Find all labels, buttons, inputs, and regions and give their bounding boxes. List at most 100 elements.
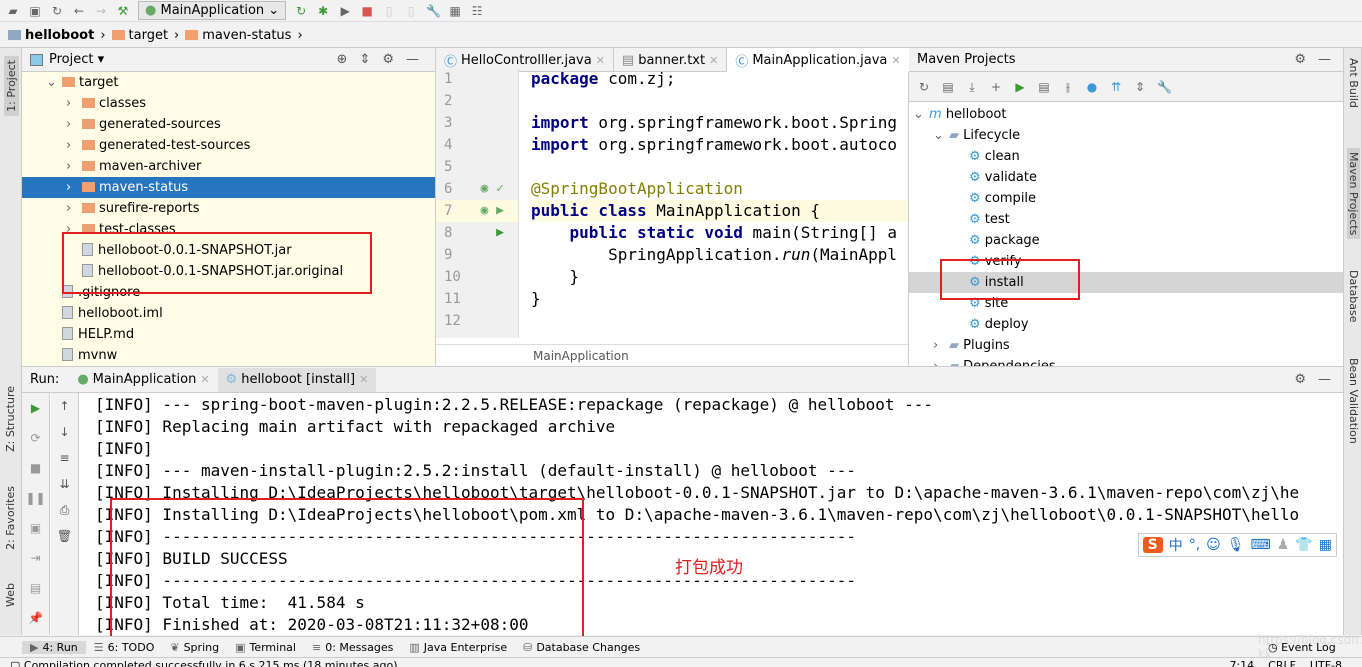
project-structure-icon[interactable]: ▦ <box>448 4 462 18</box>
gear-icon: ⚙ <box>969 170 981 185</box>
structure-tool-button[interactable]: Z: Structure <box>4 386 17 452</box>
tree-item[interactable]: › maven-status <box>22 177 435 198</box>
maven-tree-item[interactable]: ⚙ validate <box>909 167 1343 188</box>
down-icon[interactable]: ↓ <box>51 419 78 445</box>
web-tool-button[interactable]: Web <box>4 583 17 607</box>
reimport-icon[interactable]: ↻ <box>917 80 931 94</box>
back-icon[interactable]: ← <box>72 4 86 18</box>
print-icon[interactable]: ⎙ <box>51 497 78 523</box>
wrap-icon[interactable]: ≡ <box>51 445 78 471</box>
rerun-icon[interactable]: ↻ <box>294 4 308 18</box>
editor-breadcrumb[interactable]: MainApplication <box>436 344 908 366</box>
stop-icon[interactable]: ■ <box>360 4 374 18</box>
line-number: 10 <box>444 269 461 285</box>
project-view-select[interactable]: Project <box>49 52 93 67</box>
tree-item[interactable]: › generated-test-sources <box>22 135 435 156</box>
maven-tree-item[interactable]: ⚙ deploy <box>909 314 1343 335</box>
breadcrumb-item[interactable]: helloboot <box>8 28 94 43</box>
project-tool-button[interactable]: 1: Project <box>4 56 19 116</box>
scroll-end-icon[interactable]: ⇊ <box>51 471 78 497</box>
maven-tree-item[interactable]: ⚙ clean <box>909 146 1343 167</box>
tree-item[interactable]: › maven-archiver <box>22 156 435 177</box>
database-tool-button[interactable]: Database <box>1347 270 1360 323</box>
build-icon[interactable]: ⚒ <box>116 4 130 18</box>
debug-icon[interactable]: ✱ <box>316 4 330 18</box>
download-icon[interactable]: ⤓ <box>965 80 979 94</box>
rerun-failed-icon[interactable]: ⟳ <box>22 423 49 453</box>
bottom-tab[interactable]: ❦ Spring <box>162 641 227 654</box>
line-separator[interactable]: CRLF <box>1268 658 1296 667</box>
bottom-tab[interactable]: ▣ Terminal <box>227 641 304 654</box>
code-area[interactable]: package com.zj; import org.springframewor… <box>519 68 908 338</box>
bean-validation-tool-button[interactable]: Bean Validation <box>1347 358 1360 444</box>
tree-item[interactable]: helloboot.iml <box>22 303 435 324</box>
breadcrumb-item[interactable]: maven-status <box>185 28 291 43</box>
run-tab-mainapplication[interactable]: ● MainApplication ✕ <box>69 368 217 392</box>
maven-settings-icon[interactable]: 🔧 <box>1157 80 1172 94</box>
tree-item[interactable]: HELP.md <box>22 324 435 345</box>
add-icon[interactable]: + <box>989 80 1003 94</box>
breadcrumb-item[interactable]: target <box>111 28 168 43</box>
up-icon[interactable]: ↑ <box>51 393 78 419</box>
project-panel: Project ▾ ⊕⇕⚙— ⌄ target › classes › generated… <box>22 48 436 366</box>
panel-actions[interactable]: ⊕⇕⚙— <box>337 52 435 67</box>
generate-sources-icon[interactable]: ▤ <box>941 80 955 94</box>
settings-icon[interactable]: 🔧 <box>426 4 441 18</box>
run-config-select[interactable]: ● MainApplication ⌄ <box>138 1 287 20</box>
dump-icon[interactable]: ▣ <box>22 513 49 543</box>
panel-actions[interactable]: ⚙— <box>1294 52 1343 67</box>
line-number: 5 <box>444 159 453 175</box>
favorites-tool-button[interactable]: 2: Favorites <box>4 486 17 550</box>
collapse-icon[interactable]: ⇕ <box>1133 80 1147 94</box>
tree-item[interactable]: › classes <box>22 93 435 114</box>
pause-icon[interactable]: ❚❚ <box>22 483 49 513</box>
code-line: import org.springframework.boot.autoco <box>531 135 898 154</box>
file-encoding[interactable]: UTF-8 <box>1310 658 1342 667</box>
maven-tree-item[interactable]: ⌄ ▰ Lifecycle <box>909 125 1343 146</box>
coverage-icon[interactable]: ▶ <box>338 4 352 18</box>
bottom-tab[interactable]: ⛁ Database Changes <box>515 641 648 654</box>
stop-icon[interactable]: ■ <box>22 453 49 483</box>
folder-icon <box>82 203 95 213</box>
run-tab-install[interactable]: ⚙ helloboot [install] ✕ <box>217 367 377 392</box>
code-line: package com.zj; <box>531 69 676 88</box>
panel-actions[interactable]: ⚙— <box>1294 372 1343 387</box>
ime-toolbar[interactable]: S 中 °, ☺ 🎙 ⌨ ♟ 👕 ▦ <box>1137 533 1337 557</box>
toggle-offline-icon[interactable]: ⫲ <box>1061 80 1075 94</box>
execute-goal-icon[interactable]: ▤ <box>1037 80 1051 94</box>
bottom-tab[interactable]: ≡ 0: Messages <box>304 641 401 654</box>
maven-tree-item[interactable]: ⚙ test <box>909 209 1343 230</box>
run-icon[interactable]: ▶ <box>1013 80 1027 94</box>
bottom-tab[interactable]: ▥ Java Enterprise <box>401 641 515 654</box>
maven-tree-item[interactable]: ›▰ Dependencies <box>909 356 1343 366</box>
bottom-tool-bar: ▶ 4: Run ☰ 6: TODO ❦ Spring ▣ Terminal ≡ 0: Messa… <box>0 633 1362 661</box>
tree-item[interactable]: › surefire-reports <box>22 198 435 219</box>
tree-item[interactable]: ⌄ target <box>22 72 435 93</box>
maven-tree-item[interactable]: ⚙ compile <box>909 188 1343 209</box>
tree-item[interactable]: › generated-sources <box>22 114 435 135</box>
tree-item[interactable]: mvnw <box>22 345 435 366</box>
open-icon[interactable]: ▰ <box>6 4 20 18</box>
maven-tree-item[interactable]: ⌄ m helloboot <box>909 104 1343 125</box>
trash-icon[interactable]: 🗑 <box>51 523 78 549</box>
ant-build-tool-button[interactable]: Ant Build <box>1347 58 1360 108</box>
save-icon[interactable]: ▣ <box>28 4 42 18</box>
maven-tree-item[interactable]: ⚙ package <box>909 230 1343 251</box>
pin-icon[interactable]: 📌 <box>22 603 49 633</box>
layout-icon[interactable]: ▤ <box>22 573 49 603</box>
bottom-tab[interactable]: ☰ 6: TODO <box>86 641 163 654</box>
rerun-icon[interactable]: ▶ <box>22 393 49 423</box>
caret-position[interactable]: 7:14 <box>1229 658 1254 667</box>
right-tool-stripe: Ant Build Maven Projects Database Bean V… <box>1343 48 1362 635</box>
sync-icon[interactable]: ↻ <box>50 4 64 18</box>
forward-icon[interactable]: → <box>94 4 108 18</box>
sdk-icon[interactable]: ☷ <box>470 4 484 18</box>
maven-tree-item[interactable]: › ▰ Plugins <box>909 335 1343 356</box>
event-log-button[interactable]: ◷ Event Log <box>1268 641 1336 654</box>
skip-tests-icon[interactable]: ● <box>1085 80 1099 94</box>
maven-tool-button[interactable]: Maven Projects <box>1347 148 1360 240</box>
exit-icon[interactable]: ⇥ <box>22 543 49 573</box>
bottom-tab[interactable]: ▶ 4: Run <box>22 640 86 654</box>
show-dependencies-icon[interactable]: ⇈ <box>1109 80 1123 94</box>
